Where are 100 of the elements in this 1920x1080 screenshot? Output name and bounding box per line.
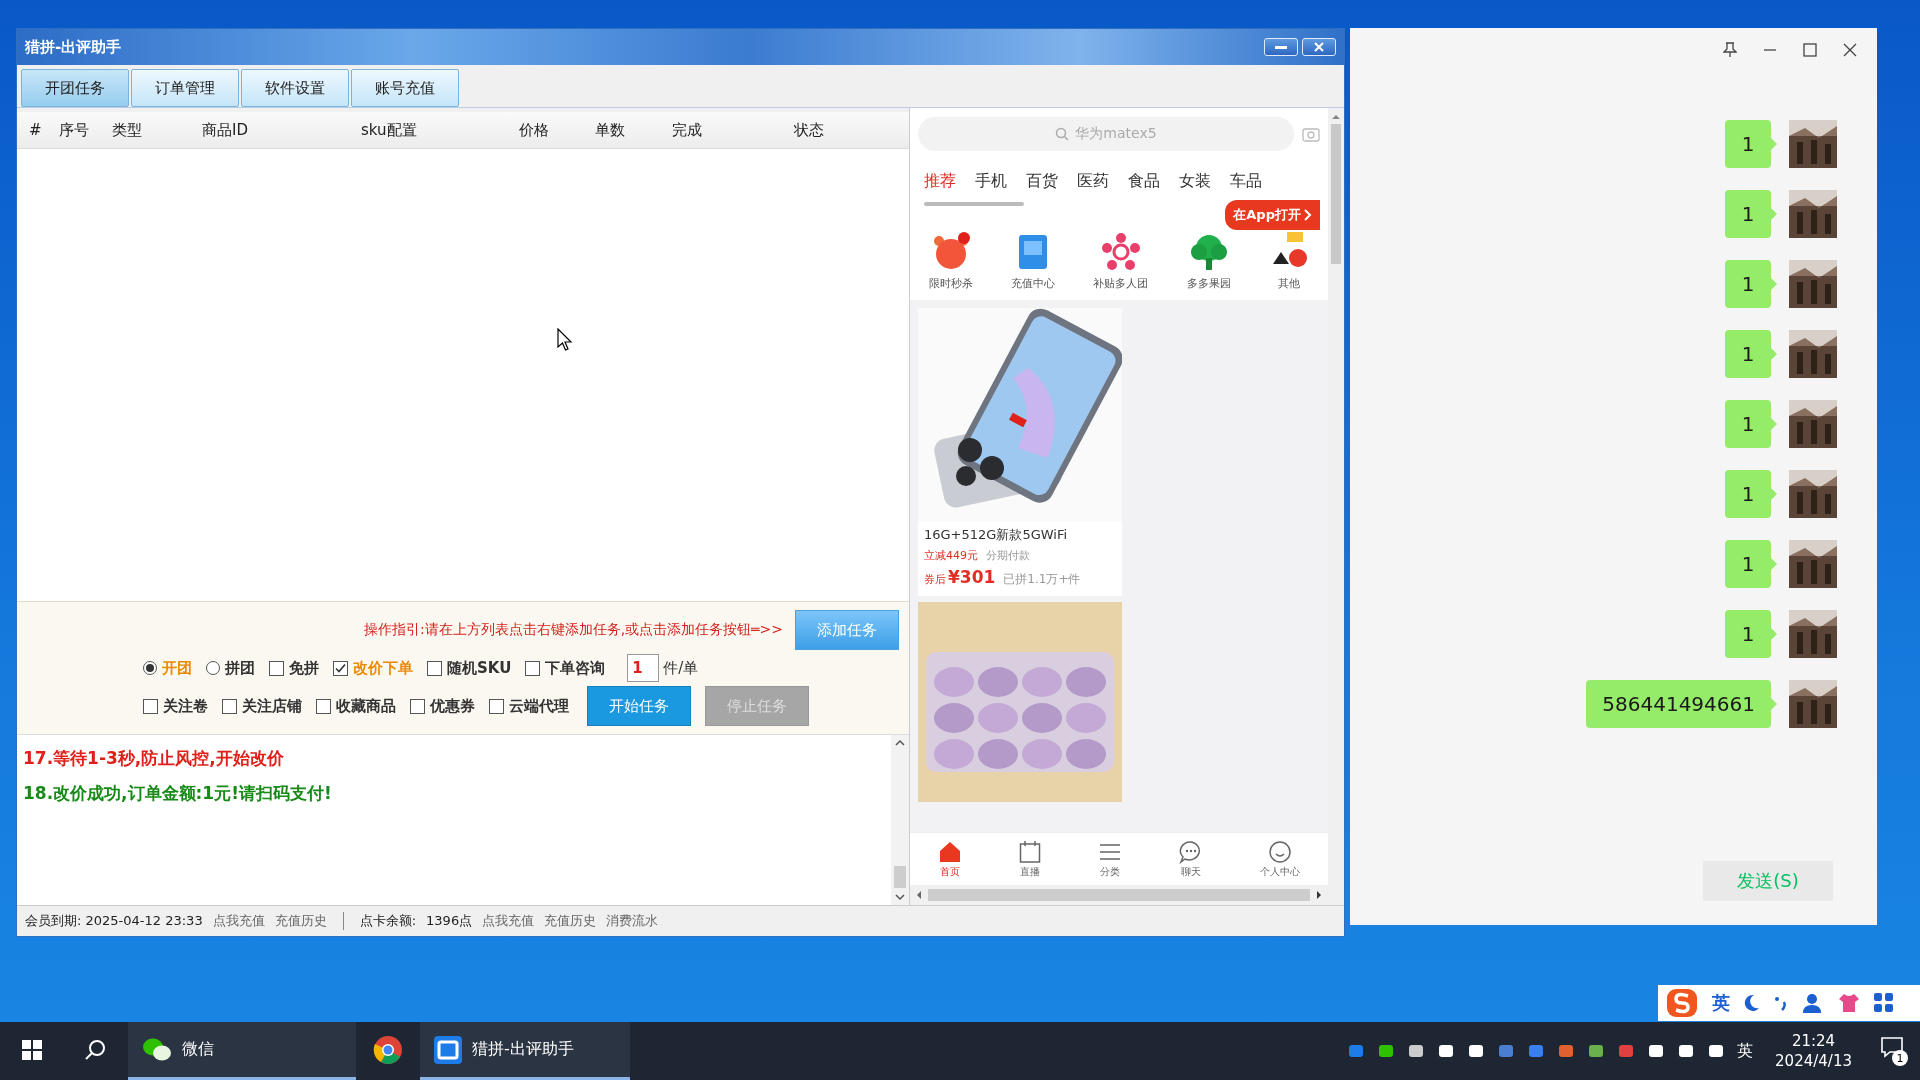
shortcut-label[interactable]: 限时秒杀 bbox=[929, 276, 974, 291]
category-tab[interactable]: 推荐 bbox=[924, 170, 956, 192]
taskbar-app[interactable]: 微信 bbox=[128, 1022, 356, 1080]
checkbox[interactable] bbox=[489, 698, 504, 714]
scroll-up-icon[interactable] bbox=[1331, 114, 1341, 120]
option-label: 收藏商品 bbox=[336, 696, 396, 716]
shortcut-label[interactable]: 补贴多人团 bbox=[1093, 276, 1149, 291]
scrollbar[interactable] bbox=[891, 735, 909, 905]
minimize-icon bbox=[1275, 45, 1287, 49]
browser-icon bbox=[373, 1034, 403, 1065]
status-text: 会员到期: 2025-04-12 23:33 bbox=[25, 912, 203, 930]
column-header[interactable]: 类型 bbox=[112, 120, 202, 140]
column-header[interactable]: 单数 bbox=[595, 120, 672, 140]
column-header[interactable]: 序号 bbox=[59, 120, 112, 140]
checkbox[interactable] bbox=[143, 698, 158, 714]
maximize-button[interactable] bbox=[1803, 43, 1817, 57]
option-label: 改价下单 bbox=[353, 658, 413, 678]
notification-button[interactable]: 1 bbox=[1874, 1036, 1910, 1066]
close-button[interactable] bbox=[1843, 43, 1857, 57]
option-label: 优惠券 bbox=[430, 696, 475, 716]
checkbox[interactable] bbox=[222, 698, 237, 714]
grid-icon[interactable] bbox=[1874, 993, 1894, 1013]
scroll-thumb[interactable] bbox=[1331, 124, 1341, 264]
checkbox[interactable] bbox=[427, 660, 442, 676]
pin-button[interactable] bbox=[1723, 42, 1737, 58]
scroll-up-icon[interactable] bbox=[895, 739, 905, 746]
option-label: 下单咨询 bbox=[545, 658, 606, 678]
pin-icon bbox=[1723, 42, 1737, 58]
status-link[interactable]: 充值历史 bbox=[544, 912, 597, 930]
ime-logo-icon[interactable] bbox=[1666, 988, 1698, 1018]
scroll-right-icon[interactable] bbox=[1316, 890, 1322, 900]
scroll-left-icon[interactable] bbox=[916, 890, 922, 900]
input-language[interactable]: 英 bbox=[1737, 1040, 1754, 1062]
column-header[interactable]: 商品ID bbox=[202, 120, 361, 140]
cursor-icon bbox=[557, 328, 573, 352]
nav-item[interactable]: 个人中心 bbox=[1259, 839, 1300, 879]
shirt-icon[interactable] bbox=[1838, 992, 1860, 1014]
calendar-icon bbox=[1019, 839, 1042, 864]
checkbox[interactable] bbox=[333, 660, 348, 676]
checkbox[interactable] bbox=[525, 660, 541, 676]
guide-text: 操作指引:请在上方列表点击右键添加任务,或点击添加任务按钮═>> bbox=[363, 621, 783, 639]
column-header[interactable]: sku配置 bbox=[361, 120, 519, 140]
status-link[interactable]: 点我充值 bbox=[482, 912, 535, 930]
radio-button[interactable] bbox=[143, 661, 157, 675]
punctuation-icon[interactable] bbox=[1774, 994, 1788, 1012]
user-icon[interactable] bbox=[1802, 992, 1824, 1014]
alarm-clock-icon bbox=[931, 232, 972, 272]
scroll-down-icon[interactable] bbox=[895, 894, 905, 901]
close-icon bbox=[1843, 43, 1857, 57]
product-card[interactable]: 16G+512G新款5GWiFi 立减449元 分期付款 券后¥301 已拼1.1万+件 bbox=[918, 308, 1122, 596]
tab[interactable]: 订单管理 bbox=[131, 69, 239, 107]
open-in-app-button[interactable]: 在App打开 bbox=[1225, 200, 1320, 230]
unit-label: 件/单 bbox=[663, 658, 699, 678]
checkbox[interactable] bbox=[410, 698, 425, 714]
home-icon bbox=[938, 839, 963, 864]
log-line: 17.等待1-3秒,防止风控,开始改价 bbox=[23, 747, 285, 770]
status-link[interactable]: 消费流水 bbox=[606, 912, 659, 930]
maximize-icon bbox=[1803, 43, 1817, 57]
shortcut-label[interactable]: 充值中心 bbox=[1011, 276, 1056, 291]
status-value: 1396点 bbox=[426, 912, 473, 930]
scrollbar[interactable] bbox=[1328, 108, 1344, 905]
status-link[interactable]: 充值历史 bbox=[274, 912, 327, 930]
tab[interactable]: 软件设置 bbox=[241, 69, 349, 107]
category-tab[interactable]: 百货 bbox=[1026, 170, 1058, 192]
moon-icon[interactable] bbox=[1744, 994, 1760, 1012]
column-header[interactable]: 完成 bbox=[672, 120, 794, 140]
taskbar-app[interactable]: 猎拼-出评助手 bbox=[420, 1022, 630, 1080]
sold-count: 已拼1.1万+件 bbox=[1003, 571, 1081, 588]
scroll-thumb[interactable] bbox=[894, 866, 906, 888]
category-tab[interactable]: 手机 bbox=[975, 170, 1007, 192]
tree-icon bbox=[1188, 232, 1229, 272]
column-header[interactable]: 状态 bbox=[794, 120, 894, 140]
nav-item[interactable]: 分类 bbox=[1098, 839, 1122, 879]
column-header[interactable]: 价格 bbox=[519, 120, 595, 140]
ime-language[interactable]: 英 bbox=[1712, 991, 1730, 1015]
category-tab[interactable]: 女装 bbox=[1179, 170, 1211, 192]
checkbox[interactable] bbox=[269, 660, 284, 676]
close-icon bbox=[1314, 42, 1324, 52]
clock[interactable]: 21:24 2024/4/13 bbox=[1765, 1031, 1862, 1071]
nav-item[interactable]: 聊天 bbox=[1178, 839, 1203, 879]
search-icon bbox=[1055, 127, 1070, 141]
nav-item[interactable]: 直播 bbox=[1019, 839, 1042, 879]
shortcut-label[interactable]: 多多果园 bbox=[1186, 276, 1231, 291]
category-tab[interactable]: 食品 bbox=[1128, 170, 1160, 192]
price: ¥301 bbox=[948, 567, 996, 587]
category-tab[interactable]: 医药 bbox=[1077, 170, 1109, 192]
radio-button[interactable] bbox=[206, 661, 220, 675]
shortcut-label[interactable]: 其他 bbox=[1277, 276, 1300, 291]
minimize-button[interactable] bbox=[1264, 38, 1298, 56]
tab[interactable]: 账号充值 bbox=[351, 69, 459, 107]
category-tab[interactable]: 车品 bbox=[1230, 170, 1262, 192]
status-link[interactable]: 点我充值 bbox=[212, 912, 265, 930]
option-label: 开团 bbox=[162, 658, 192, 678]
horizontal-scrollbar[interactable] bbox=[910, 885, 1328, 905]
nav-item[interactable]: 首页 bbox=[938, 839, 963, 879]
quantity-field[interactable]: 1 bbox=[627, 654, 660, 682]
search-icon bbox=[85, 1038, 107, 1061]
column-header[interactable]: # bbox=[29, 121, 59, 139]
checkbox[interactable] bbox=[316, 698, 331, 714]
tab[interactable]: 开团任务 bbox=[21, 69, 129, 107]
